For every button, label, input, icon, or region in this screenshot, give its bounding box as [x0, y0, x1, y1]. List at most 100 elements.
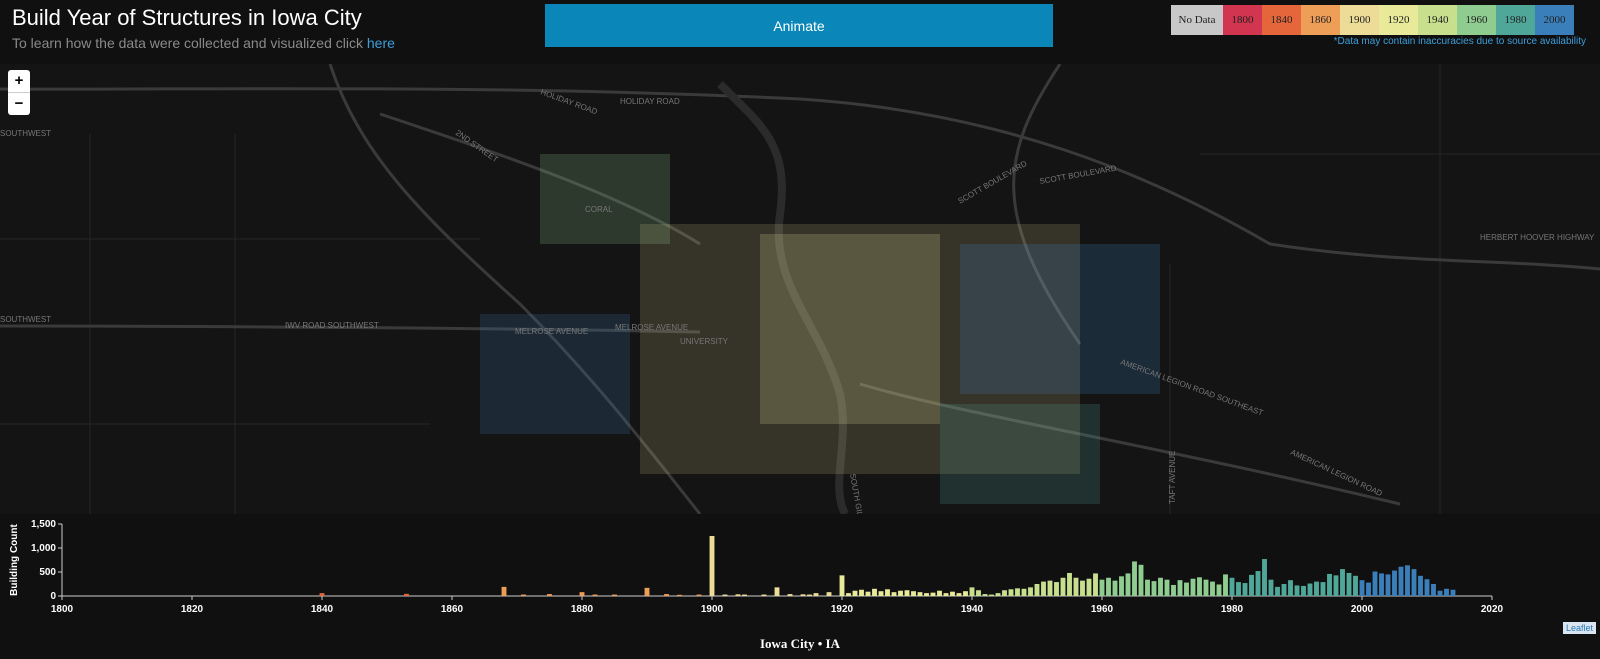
bar [612, 594, 617, 596]
legend-cell-no-data: No Data [1171, 5, 1223, 35]
bar [677, 594, 682, 596]
map-label: SOUTH GILBERT [848, 473, 868, 514]
bar [696, 594, 702, 596]
bar [891, 592, 897, 596]
bar [1249, 574, 1254, 596]
bar [1151, 581, 1157, 596]
map-label: MELROSE AVENUE [515, 327, 588, 336]
x-tick-label: 1960 [1091, 604, 1114, 615]
map-view[interactable]: HOLIDAY ROAD HOLIDAY ROAD 2ND STREET COR… [0, 64, 1600, 514]
bar [885, 589, 890, 596]
bar [1021, 588, 1027, 596]
x-tick-label: 1900 [701, 604, 724, 615]
map-label: MELROSE AVENUE [615, 323, 688, 332]
bar [1281, 584, 1287, 596]
legend-cell-1960: 1960 [1457, 5, 1496, 35]
bar [1158, 577, 1163, 596]
map-label: CORAL [585, 205, 613, 214]
methodology-link[interactable]: here [367, 35, 395, 51]
bar [898, 590, 903, 596]
map-label: HOLIDAY ROAD [620, 97, 680, 106]
bar [1255, 571, 1261, 596]
bar [963, 591, 968, 596]
subtitle-text: To learn how the data were collected and… [12, 35, 367, 51]
neighborhood-southeast [940, 404, 1100, 504]
map-label: SCOTT BOULEVARD [1039, 164, 1118, 186]
bar [547, 594, 552, 596]
map-label: SOUTHWEST [0, 315, 51, 324]
bar [1145, 579, 1150, 596]
bar [1294, 585, 1300, 596]
x-tick-label: 1940 [961, 604, 984, 615]
bar [1353, 575, 1358, 596]
bar [917, 592, 923, 596]
bar [1203, 579, 1209, 596]
map-label: HERBERT HOOVER HIGHWAY [1480, 233, 1595, 242]
neighborhood-core [760, 234, 940, 424]
x-tick-label: 2020 [1481, 604, 1504, 615]
bar [521, 594, 526, 596]
bar [1086, 578, 1092, 596]
bar [982, 594, 988, 596]
bar [1106, 577, 1111, 596]
bar [1197, 577, 1202, 596]
bar [1424, 579, 1430, 596]
legend-cell-2000: 2000 [1535, 5, 1574, 35]
bar [735, 594, 741, 596]
bar [1138, 564, 1144, 596]
bar [1372, 571, 1378, 596]
bar [1190, 578, 1196, 596]
bar [592, 594, 598, 596]
bar [1112, 580, 1118, 596]
x-tick-label: 1880 [571, 604, 594, 615]
bar [1236, 582, 1241, 596]
bar [930, 592, 936, 596]
bar [742, 594, 747, 596]
legend-cell-1980: 1980 [1496, 5, 1535, 35]
y-tick-label: 500 [39, 567, 56, 578]
zoom-in-button[interactable]: + [8, 70, 30, 93]
bar [1067, 572, 1072, 596]
bar [1210, 581, 1215, 596]
y-tick-label: 1,500 [31, 520, 56, 530]
x-tick-label: 1980 [1221, 604, 1244, 615]
map-label: 2ND STREET [454, 128, 500, 164]
bar [826, 592, 832, 596]
bar [1268, 579, 1274, 596]
bar [1177, 580, 1183, 596]
bar [1099, 579, 1105, 596]
bar [1216, 584, 1222, 596]
bar [859, 589, 864, 596]
bar [1418, 575, 1423, 596]
bar [1002, 590, 1007, 596]
bar [774, 587, 780, 596]
bar [664, 594, 669, 596]
map-label: TAFT AVENUE [1168, 451, 1177, 504]
bar [1184, 582, 1189, 596]
bar [1073, 577, 1079, 596]
map-label: UNIVERSITY [680, 337, 729, 346]
x-tick-label: 1800 [51, 604, 74, 615]
y-tick-label: 1,000 [31, 543, 56, 554]
bar [1054, 582, 1059, 596]
bar [865, 591, 871, 596]
disclaimer: *Data may contain inaccuracies due to so… [1333, 36, 1586, 47]
bar [1398, 566, 1404, 596]
bar [579, 592, 585, 596]
leaflet-attribution[interactable]: Leaflet [1562, 622, 1596, 634]
bar [1125, 573, 1131, 596]
x-tick-label: 1840 [311, 604, 334, 615]
bar [924, 593, 929, 596]
bar [1340, 569, 1345, 596]
zoom-out-button[interactable]: − [8, 93, 30, 115]
bar [1437, 590, 1443, 596]
bar [878, 591, 884, 596]
bar [404, 593, 409, 596]
bar [1431, 584, 1436, 596]
bar [1307, 583, 1313, 596]
bar [1262, 559, 1267, 596]
animate-button[interactable]: Animate [545, 4, 1053, 47]
y-tick-label: 0 [50, 591, 56, 602]
map-canvas[interactable]: HOLIDAY ROAD HOLIDAY ROAD 2ND STREET COR… [0, 64, 1600, 514]
x-tick-label: 2000 [1351, 604, 1374, 615]
